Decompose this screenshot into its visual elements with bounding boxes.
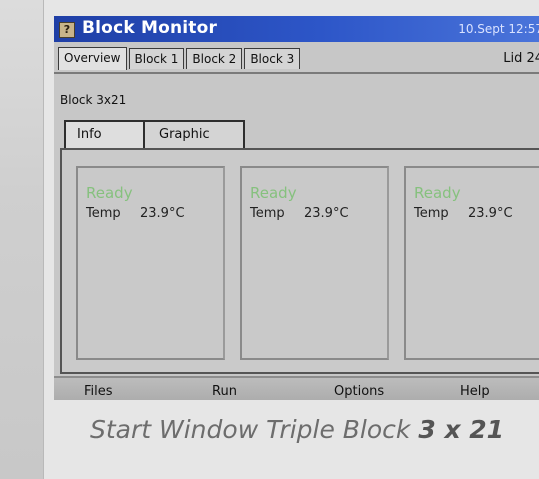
tab-graphic[interactable]: Graphic xyxy=(143,120,245,148)
tab-block-3[interactable]: Block 3 xyxy=(244,48,301,69)
tab-divider xyxy=(54,72,539,74)
menu-options[interactable]: Options xyxy=(334,384,384,399)
block-status: Ready xyxy=(86,184,133,202)
main-tabs: Overview Block 1 Block 2 Block 3 xyxy=(58,47,302,72)
device-screen: ? Block Monitor 10.Sept 12:57 Overview B… xyxy=(54,16,539,400)
block-card[interactable]: Ready Temp 23.9°C xyxy=(240,166,389,360)
temp-value: 23.9°C xyxy=(140,206,185,221)
temp-label: Temp xyxy=(86,206,121,221)
temp-label: Temp xyxy=(250,206,285,221)
bottom-menu-bar: Files Run Options Help xyxy=(54,376,539,400)
tab-info[interactable]: Info xyxy=(64,120,143,148)
sub-tabs: Info Graphic xyxy=(64,120,245,148)
datetime-label: 10.Sept 12:57 xyxy=(458,22,539,36)
menu-files[interactable]: Files xyxy=(84,384,113,399)
temp-value: 23.9°C xyxy=(304,206,349,221)
menu-help[interactable]: Help xyxy=(460,384,490,399)
menu-run[interactable]: Run xyxy=(212,384,237,399)
info-panel: Ready Temp 23.9°C Ready Temp 23.9°C Read… xyxy=(60,148,539,374)
window-title: Block Monitor xyxy=(82,18,218,38)
figure-caption: Start Window Triple Block 3 x 21 xyxy=(90,415,504,444)
block-status: Ready xyxy=(414,184,461,202)
tab-overview[interactable]: Overview xyxy=(58,47,127,70)
temp-label: Temp xyxy=(414,206,449,221)
block-card[interactable]: Ready Temp 23.9°C xyxy=(404,166,539,360)
window-menu-icon[interactable]: ? xyxy=(59,22,75,38)
lid-status: Lid 24 xyxy=(503,51,539,66)
caption-emphasis: 3 x 21 xyxy=(418,415,505,444)
block-status: Ready xyxy=(250,184,297,202)
caption-text: Start Window Triple Block xyxy=(90,415,419,444)
temp-value: 23.9°C xyxy=(468,206,513,221)
tab-block-2[interactable]: Block 2 xyxy=(186,48,243,69)
block-card[interactable]: Ready Temp 23.9°C xyxy=(76,166,225,360)
block-config-label: Block 3x21 xyxy=(60,93,127,107)
title-bar: ? Block Monitor 10.Sept 12:57 xyxy=(54,16,539,42)
left-side-panel xyxy=(0,0,44,479)
tab-block-1[interactable]: Block 1 xyxy=(128,48,185,69)
